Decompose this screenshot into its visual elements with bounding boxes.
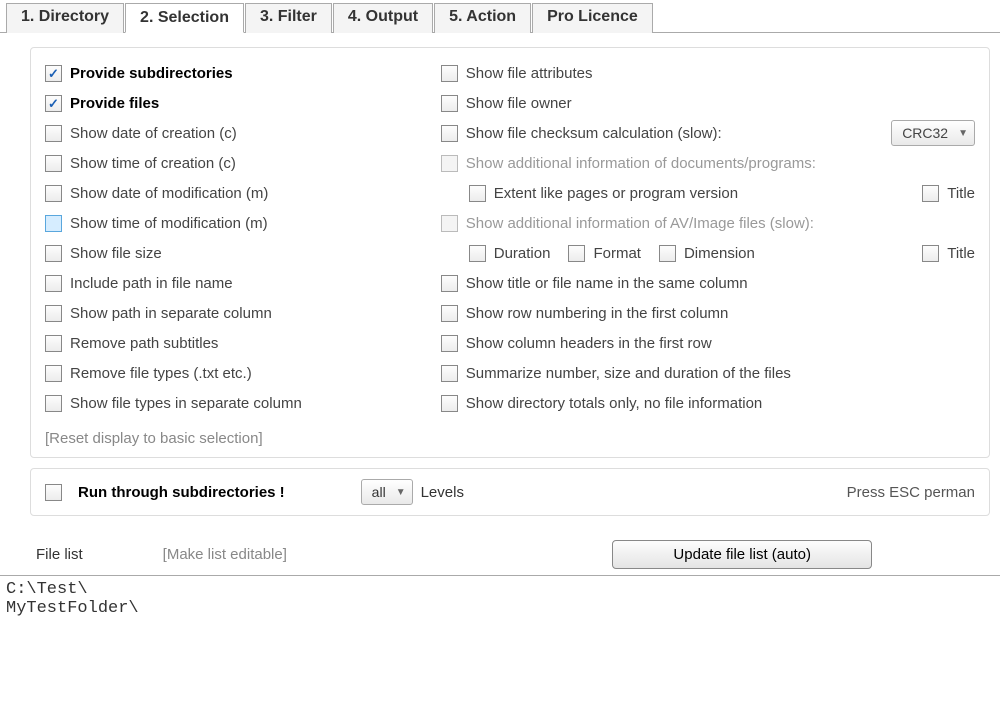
label-dir-totals: Show directory totals only, no file info… [466, 395, 763, 412]
label-av-info: Show additional information of AV/Image … [466, 215, 814, 232]
checkbox-include-path[interactable] [45, 275, 62, 292]
label-types-sep-col: Show file types in separate column [70, 395, 302, 412]
display-options-group: ✓ Provide subdirectories ✓ Provide files S… [30, 47, 990, 458]
checkbox-provide-files[interactable]: ✓ [45, 95, 62, 112]
checkbox-date-creation[interactable] [45, 125, 62, 142]
tab-action[interactable]: 5. Action [434, 3, 531, 33]
checkbox-path-sep-col[interactable] [45, 305, 62, 322]
checkbox-date-mod[interactable] [45, 185, 62, 202]
chevron-down-icon: ▼ [958, 128, 968, 139]
checkbox-extent[interactable] [469, 185, 486, 202]
label-row-num: Show row numbering in the first column [466, 305, 729, 322]
checkbox-file-size[interactable] [45, 245, 62, 262]
label-owner: Show file owner [466, 95, 572, 112]
checkbox-remove-subtitles[interactable] [45, 335, 62, 352]
run-through-group: Run through subdirectories ! all▼ Levels… [30, 468, 990, 516]
make-list-editable-link[interactable]: [Make list editable] [163, 546, 287, 563]
checkbox-provide-subdirs[interactable]: ✓ [45, 65, 62, 82]
checkbox-dir-totals[interactable] [441, 395, 458, 412]
label-extent: Extent like pages or program version [494, 185, 738, 202]
file-list-output[interactable]: C:\Test\ MyTestFolder\ [0, 575, 1000, 622]
tab-output[interactable]: 4. Output [333, 3, 433, 33]
checkbox-title-same-col[interactable] [441, 275, 458, 292]
label-format: Format [593, 245, 641, 262]
tab-pro-licence[interactable]: Pro Licence [532, 3, 653, 33]
reset-display-link[interactable]: [Reset display to basic selection] [45, 430, 975, 447]
label-file-size: Show file size [70, 245, 162, 262]
tab-filter[interactable]: 3. Filter [245, 3, 332, 33]
checkbox-attrs[interactable] [441, 65, 458, 82]
checkbox-format[interactable] [568, 245, 585, 262]
esc-hint: Press ESC perman [847, 484, 975, 501]
label-provide-files: Provide files [70, 95, 159, 112]
label-time-creation: Show time of creation (c) [70, 155, 236, 172]
checkbox-checksum[interactable] [441, 125, 458, 142]
label-title-same-col: Show title or file name in the same colu… [466, 275, 748, 292]
tab-directory[interactable]: 1. Directory [6, 3, 124, 33]
checkbox-owner[interactable] [441, 95, 458, 112]
label-include-path: Include path in file name [70, 275, 233, 292]
checkbox-time-mod[interactable] [45, 215, 62, 232]
tab-selection[interactable]: 2. Selection [125, 3, 244, 33]
label-col-headers: Show column headers in the first row [466, 335, 712, 352]
checkbox-doc-info [441, 155, 458, 172]
chevron-down-icon: ▼ [396, 487, 406, 498]
checkbox-av-info [441, 215, 458, 232]
checkbox-row-num[interactable] [441, 305, 458, 322]
checkbox-remove-types[interactable] [45, 365, 62, 382]
label-summarize: Summarize number, size and duration of t… [466, 365, 791, 382]
checkbox-run-through[interactable] [45, 484, 62, 501]
label-time-mod: Show time of modification (m) [70, 215, 268, 232]
select-levels[interactable]: all▼ [361, 479, 413, 505]
checkbox-types-sep-col[interactable] [45, 395, 62, 412]
label-remove-subtitles: Remove path subtitles [70, 335, 218, 352]
label-levels: Levels [421, 484, 464, 501]
checkbox-summarize[interactable] [441, 365, 458, 382]
label-remove-types: Remove file types (.txt etc.) [70, 365, 252, 382]
label-run-through: Run through subdirectories ! [78, 484, 285, 501]
label-date-creation: Show date of creation (c) [70, 125, 237, 142]
checkbox-time-creation[interactable] [45, 155, 62, 172]
label-dimension: Dimension [684, 245, 755, 262]
label-doc-info: Show additional information of documents… [466, 155, 816, 172]
label-duration: Duration [494, 245, 551, 262]
checkbox-dimension[interactable] [659, 245, 676, 262]
tab-bar: 1. Directory 2. Selection 3. Filter 4. O… [0, 0, 1000, 33]
update-file-list-button[interactable]: Update file list (auto) [612, 540, 872, 569]
checkbox-duration[interactable] [469, 245, 486, 262]
label-path-sep-col: Show path in separate column [70, 305, 272, 322]
label-title2: Title [947, 245, 975, 262]
checkbox-title1[interactable] [922, 185, 939, 202]
checkbox-col-headers[interactable] [441, 335, 458, 352]
checkbox-title2[interactable] [922, 245, 939, 262]
label-date-mod: Show date of modification (m) [70, 185, 268, 202]
label-attrs: Show file attributes [466, 65, 593, 82]
label-title1: Title [947, 185, 975, 202]
label-checksum: Show file checksum calculation (slow): [466, 125, 722, 142]
select-checksum-alg[interactable]: CRC32▼ [891, 120, 975, 146]
label-provide-subdirs: Provide subdirectories [70, 65, 233, 82]
file-list-label: File list [36, 546, 83, 563]
